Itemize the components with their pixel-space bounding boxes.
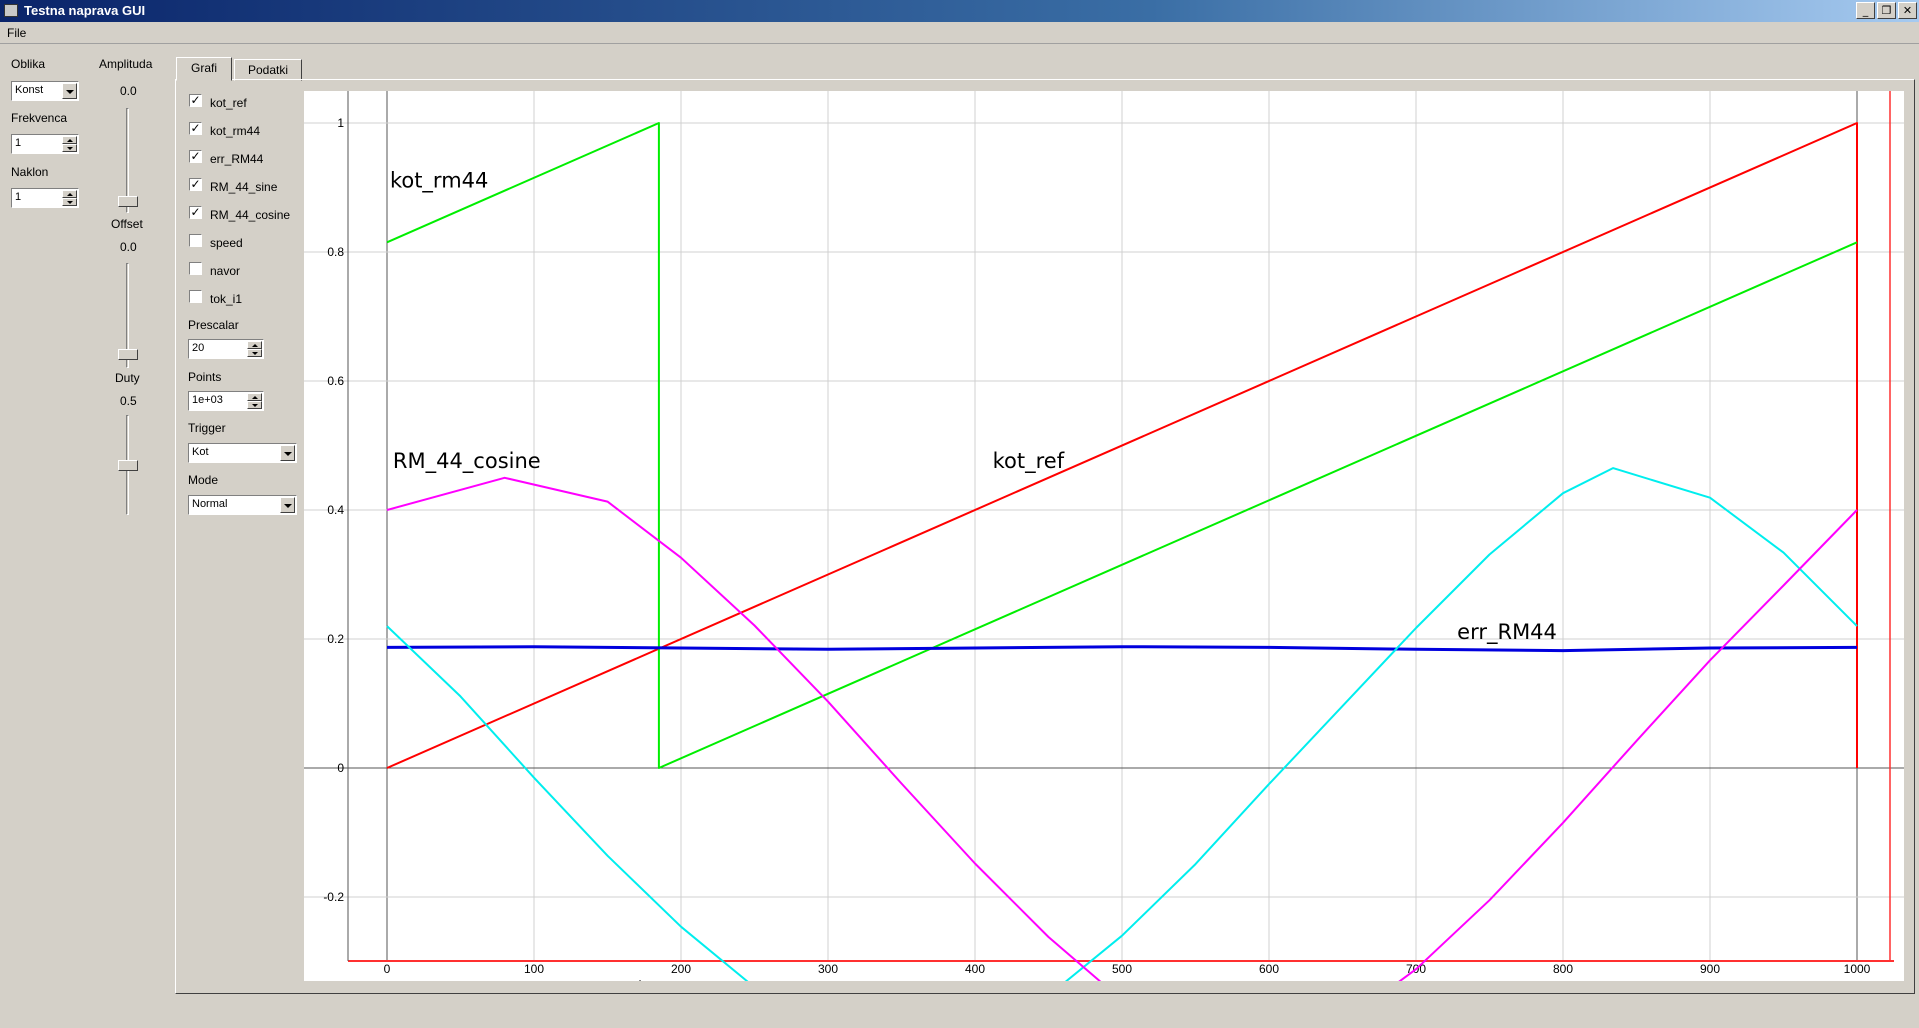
x-tick-label: 300: [818, 962, 838, 976]
tab-grafi[interactable]: Grafi: [176, 57, 232, 81]
duty-slider[interactable]: [118, 415, 138, 515]
check-icon[interactable]: ✓: [189, 122, 202, 135]
offset-label: Offset: [111, 217, 143, 231]
checkbox-label: tok_i1: [210, 292, 243, 306]
title-bar[interactable]: Testna naprava GUI _ ❐ ✕: [0, 0, 1919, 22]
checkbox-label: kot_ref: [210, 96, 247, 110]
y-tick-label: 0.8: [327, 245, 344, 259]
x-tick-label: 600: [1259, 962, 1279, 976]
spin-up-icon[interactable]: [62, 136, 77, 144]
spin-up-icon[interactable]: [247, 341, 262, 349]
prescalar-label: Prescalar: [188, 318, 239, 332]
series-annotation: RM_44_sine: [546, 978, 669, 981]
trigger-label: Trigger: [188, 421, 226, 435]
slider-handle[interactable]: [118, 196, 138, 207]
chevron-down-icon[interactable]: [62, 83, 77, 99]
spin-down-icon[interactable]: [62, 144, 77, 152]
maximize-button[interactable]: ❐: [1877, 2, 1896, 19]
checkbox-label: speed: [210, 236, 243, 250]
duty-value: 0.5: [120, 394, 137, 408]
frekvenca-value: 1: [15, 137, 22, 149]
naklon-label: Naklon: [11, 165, 49, 179]
mode-value: Normal: [192, 498, 228, 510]
x-tick-label: 200: [671, 962, 691, 976]
check-icon[interactable]: ✓: [189, 94, 202, 107]
spin-up-icon[interactable]: [247, 393, 262, 401]
x-tick-label: 900: [1700, 962, 1720, 976]
series-annotation: kot_rm44: [390, 169, 488, 194]
close-button[interactable]: ✕: [1898, 2, 1917, 19]
mode-select[interactable]: Normal: [188, 495, 297, 515]
tab-podatki[interactable]: Podatki: [234, 59, 302, 81]
amplituda-value: 0.0: [120, 84, 137, 98]
series-annotation: err_RM44: [1457, 620, 1557, 645]
oblika-label: Oblika: [11, 57, 46, 71]
mode-label: Mode: [188, 473, 219, 487]
spin-down-icon[interactable]: [247, 349, 262, 357]
points-value: 1e+03: [192, 394, 223, 406]
menu-file[interactable]: File: [7, 26, 26, 40]
check-icon[interactable]: ✓: [189, 206, 202, 219]
trigger-value: Kot: [192, 446, 209, 458]
checkbox-box[interactable]: [189, 234, 202, 247]
prescalar-spinbox[interactable]: 20: [188, 339, 264, 359]
duty-label: Duty: [115, 371, 140, 385]
spin-down-icon[interactable]: [247, 401, 262, 409]
y-tick-label: 0: [337, 761, 344, 775]
series-annotation: RM_44_cosine: [393, 449, 541, 474]
x-tick-label: 400: [965, 962, 985, 976]
y-tick-label: 0.4: [327, 503, 344, 517]
trigger-select[interactable]: Kot: [188, 443, 297, 463]
app-icon: [4, 4, 18, 17]
spin-up-icon[interactable]: [62, 190, 77, 198]
menu-bar: File: [0, 22, 1919, 44]
line-chart: 0 100 200 300 400 500 600 700 800 900 100010.80.60…: [304, 91, 1904, 1028]
points-label: Points: [188, 370, 222, 384]
frekvenca-label: Frekvenca: [11, 111, 68, 125]
y-tick-label: -0.2: [323, 890, 344, 904]
spin-down-icon[interactable]: [62, 198, 77, 206]
slider-handle[interactable]: [118, 460, 138, 471]
naklon-spinbox[interactable]: 1: [11, 188, 79, 208]
window-title: Testna naprava GUI: [24, 3, 146, 18]
checkbox-box[interactable]: [189, 290, 202, 303]
x-tick-label: 0: [384, 962, 391, 976]
naklon-value: 1: [15, 191, 22, 203]
prescalar-value: 20: [192, 342, 205, 354]
y-tick-label: 0.2: [327, 632, 344, 646]
offset-value: 0.0: [120, 240, 137, 254]
checkbox-label: RM_44_cosine: [210, 208, 291, 222]
slider-handle[interactable]: [118, 349, 138, 360]
oblika-value: Konst: [15, 84, 44, 96]
amplituda-slider[interactable]: [118, 108, 138, 213]
offset-slider[interactable]: [118, 263, 138, 368]
amplituda-label: Amplituda: [99, 57, 153, 71]
x-tick-label: 100: [524, 962, 544, 976]
checkbox-label: RM_44_sine: [210, 180, 278, 194]
frekvenca-spinbox[interactable]: 1: [11, 134, 79, 154]
series-annotation: kot_ref: [993, 449, 1065, 474]
minimize-button[interactable]: _: [1856, 2, 1875, 19]
checkbox-label: navor: [210, 264, 241, 278]
x-tick-label: 1000: [1844, 962, 1871, 976]
oblika-select[interactable]: Konst: [11, 81, 79, 101]
checkbox-label: err_RM44: [210, 152, 264, 166]
points-spinbox[interactable]: 1e+03: [188, 391, 264, 411]
chevron-down-icon[interactable]: [280, 445, 295, 461]
chevron-down-icon[interactable]: [280, 497, 295, 513]
checkbox-label: kot_rm44: [210, 124, 261, 138]
y-tick-label: 1: [337, 116, 344, 130]
checkbox-box[interactable]: [189, 262, 202, 275]
x-tick-label: 500: [1112, 962, 1132, 976]
x-tick-label: 800: [1553, 962, 1573, 976]
check-icon[interactable]: ✓: [189, 178, 202, 191]
check-icon[interactable]: ✓: [189, 150, 202, 163]
y-tick-label: 0.6: [327, 374, 344, 388]
plot-area[interactable]: 0 100 200 300 400 500 600 700 800 900 1000 1 0.8 0.6 0…: [304, 91, 1904, 1028]
